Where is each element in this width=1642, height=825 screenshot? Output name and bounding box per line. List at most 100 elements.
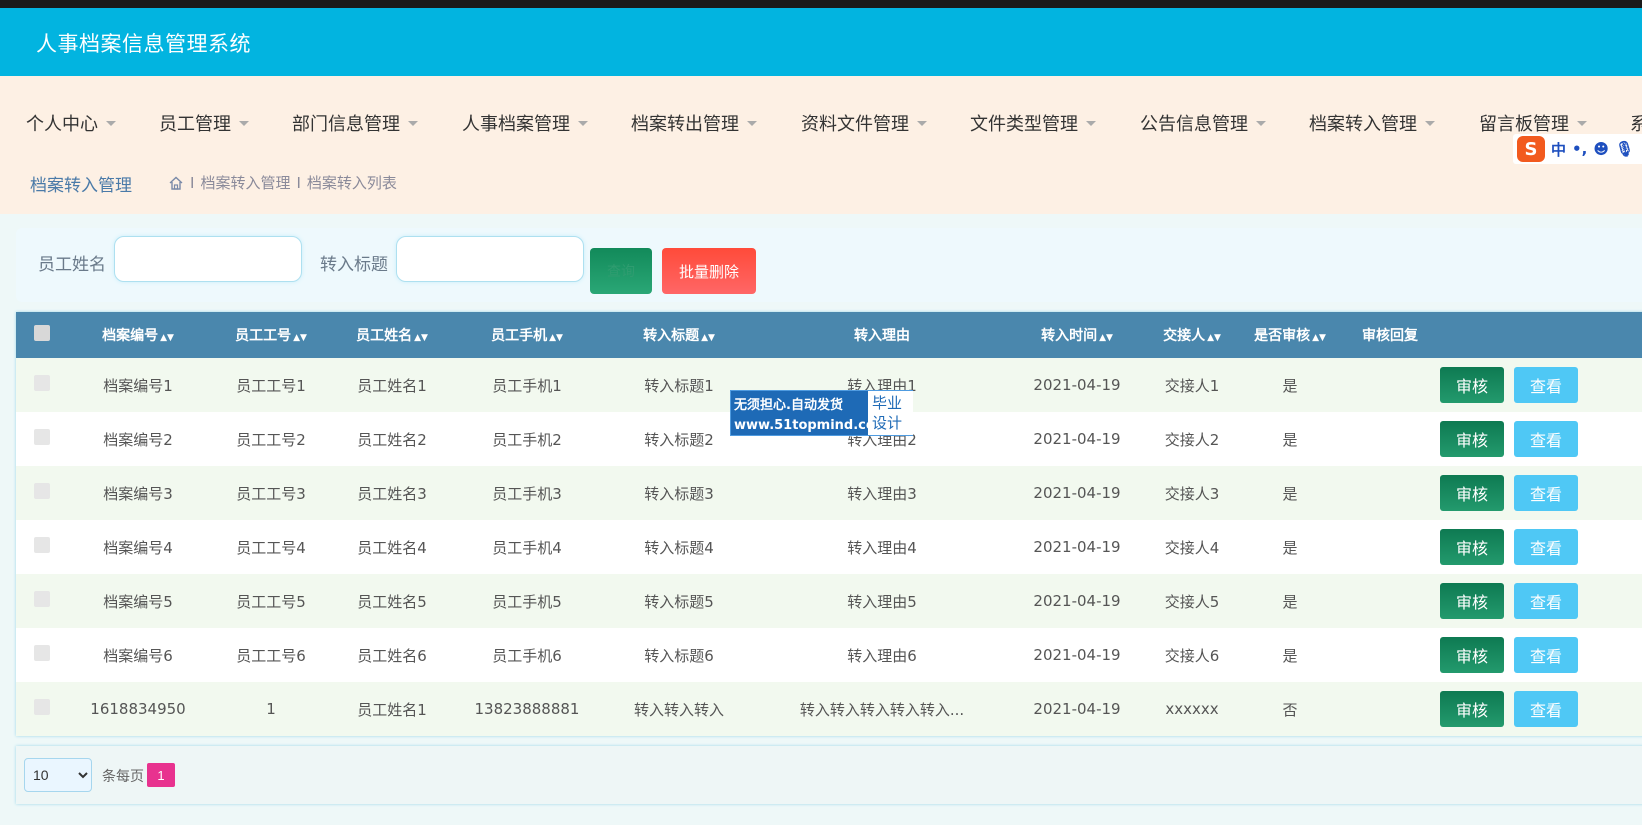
- breadcrumb-bar: 档案转入管理 I 档案转入管理 I 档案转入列表: [0, 146, 1642, 214]
- table-cell: 是: [1282, 538, 1298, 557]
- table-cell: 交接人3: [1164, 484, 1220, 503]
- column-header[interactable]: 转入标题 ▲▼: [604, 312, 754, 358]
- audit-button[interactable]: 审核: [1440, 637, 1504, 673]
- column-header[interactable]: 员工手机 ▲▼: [450, 312, 604, 358]
- column-header[interactable]: 交接人 ▲▼: [1144, 312, 1240, 358]
- nav-item-label: 公告信息管理: [1140, 114, 1248, 135]
- column-header[interactable]: 转入时间 ▲▼: [1010, 312, 1144, 358]
- breadcrumb-item[interactable]: 档案转入管理: [200, 172, 290, 193]
- caret-down-icon: [747, 120, 757, 126]
- employee-name-label: 员工姓名: [38, 255, 106, 275]
- table-cell: 交接人5: [1164, 592, 1220, 611]
- table-row: 档案编号4 员工工号4 员工姓名4 员工手机4 转入标题4 转入理由4 2021-04-19…: [16, 520, 1642, 574]
- sort-icon: ▲▼: [414, 333, 428, 343]
- sort-icon: ▲▼: [1312, 333, 1326, 343]
- table-cell: 转入标题6: [644, 646, 714, 665]
- view-button[interactable]: 查看: [1514, 475, 1578, 511]
- row-actions: 审核 查看: [1440, 520, 1642, 574]
- row-checkbox[interactable]: [34, 375, 50, 391]
- nav-item-announcements[interactable]: 公告信息管理: [1140, 110, 1266, 136]
- nav-item-label: 人事档案管理: [462, 114, 570, 135]
- nav-item-system[interactable]: 系: [1630, 110, 1642, 136]
- page-size-select[interactable]: 10: [24, 758, 92, 792]
- ime-mic-icon[interactable]: 🎙: [1615, 140, 1634, 158]
- table-header-row: 档案编号 ▲▼ 员工工号 ▲▼ 员工姓名 ▲▼ 员工手机 ▲▼ 转入标题 ▲▼ 转入理由 …: [16, 312, 1642, 358]
- view-button[interactable]: 查看: [1514, 421, 1578, 457]
- nav-item-personnel-archive[interactable]: 人事档案管理: [462, 110, 588, 136]
- view-button[interactable]: 查看: [1514, 529, 1578, 565]
- home-icon[interactable]: [168, 175, 184, 191]
- select-all-checkbox[interactable]: [34, 325, 50, 341]
- audit-button[interactable]: 审核: [1440, 583, 1504, 619]
- ime-toolbar[interactable]: S 中 •, ☻ 🎙: [1513, 134, 1642, 164]
- nav-item-label: 留言板管理: [1479, 114, 1569, 135]
- sort-icon: ▲▼: [549, 333, 563, 343]
- ime-punct-icon[interactable]: •,: [1572, 140, 1587, 158]
- table-cell: 员工姓名2: [357, 430, 427, 449]
- table-cell: 员工姓名1: [357, 376, 427, 395]
- nav-item-message-board[interactable]: 留言板管理: [1479, 110, 1587, 136]
- audit-button[interactable]: 审核: [1440, 475, 1504, 511]
- column-header[interactable]: 档案编号 ▲▼: [68, 312, 208, 358]
- search-button[interactable]: 查询: [590, 248, 652, 294]
- employee-name-input[interactable]: [114, 236, 302, 282]
- view-button[interactable]: 查看: [1514, 637, 1578, 673]
- select-all-cell: [16, 312, 68, 358]
- nav-item-employee[interactable]: 员工管理: [159, 110, 249, 136]
- row-checkbox[interactable]: [34, 483, 50, 499]
- filter-bar: 员工姓名 转入标题 查询 批量删除: [16, 228, 1642, 302]
- table-cell: 交接人2: [1164, 430, 1220, 449]
- table-cell: 员工手机2: [492, 430, 562, 449]
- table-row: 1618834950 1 员工姓名1 13823888881 转入转入转入 转入转入转入转…: [16, 682, 1642, 736]
- view-button[interactable]: 查看: [1514, 367, 1578, 403]
- batch-delete-button[interactable]: 批量删除: [662, 248, 756, 294]
- row-actions: 审核 查看: [1440, 358, 1642, 412]
- table-cell: 转入标题3: [644, 484, 714, 503]
- row-checkbox[interactable]: [34, 537, 50, 553]
- nav-item-archive-transfer-out[interactable]: 档案转出管理: [631, 110, 757, 136]
- ime-emoji-icon[interactable]: ☻: [1593, 140, 1609, 158]
- view-button[interactable]: 查看: [1514, 583, 1578, 619]
- column-header[interactable]: 员工姓名 ▲▼: [334, 312, 450, 358]
- audit-button[interactable]: 审核: [1440, 529, 1504, 565]
- per-page-label: 条每页: [102, 769, 144, 785]
- table-cell: [1340, 682, 1440, 736]
- audit-button[interactable]: 审核: [1440, 691, 1504, 727]
- column-header[interactable]: 是否审核 ▲▼: [1240, 312, 1340, 358]
- nav-item-personal-center[interactable]: 个人中心: [26, 110, 116, 136]
- row-select-cell: [16, 574, 68, 628]
- transfer-title-label: 转入标题: [320, 255, 388, 275]
- table-cell: 是: [1282, 484, 1298, 503]
- row-checkbox[interactable]: [34, 429, 50, 445]
- page-button[interactable]: 1: [147, 763, 175, 787]
- table-cell: 是: [1282, 646, 1298, 665]
- nav-item-files[interactable]: 资料文件管理: [801, 110, 927, 136]
- table-cell: 2021-04-19: [1033, 376, 1121, 394]
- watermark-line: www.51topmind.com: [734, 418, 889, 433]
- ime-mode[interactable]: 中: [1551, 139, 1566, 160]
- table-cell: [1340, 628, 1440, 682]
- row-checkbox[interactable]: [34, 591, 50, 607]
- caret-down-icon: [1256, 120, 1266, 126]
- column-header[interactable]: 员工工号 ▲▼: [208, 312, 334, 358]
- transfer-title-input[interactable]: [396, 236, 584, 282]
- table-cell: 员工姓名6: [357, 646, 427, 665]
- row-checkbox[interactable]: [34, 699, 50, 715]
- table-cell: 档案编号3: [103, 484, 173, 503]
- audit-button[interactable]: 审核: [1440, 367, 1504, 403]
- watermark-text: 无须担心.自动发货 www.51topmind.com: [734, 396, 888, 436]
- caret-down-icon: [1425, 120, 1435, 126]
- table-cell: 员工手机6: [492, 646, 562, 665]
- table-cell: 1: [266, 700, 276, 718]
- breadcrumb: I 档案转入管理 I 档案转入列表: [168, 172, 397, 193]
- nav-item-department[interactable]: 部门信息管理: [292, 110, 418, 136]
- table-cell: 转入理由5: [847, 592, 917, 611]
- view-button[interactable]: 查看: [1514, 691, 1578, 727]
- row-checkbox[interactable]: [34, 645, 50, 661]
- caret-down-icon: [106, 120, 116, 126]
- column-header: 审核回复: [1362, 328, 1418, 344]
- audit-button[interactable]: 审核: [1440, 421, 1504, 457]
- nav-item-archive-transfer-in[interactable]: 档案转入管理: [1309, 110, 1435, 136]
- nav-item-file-types[interactable]: 文件类型管理: [970, 110, 1096, 136]
- watermark-overlay: 无须担心.自动发货 www.51topmind.com 毕业 设计: [730, 390, 913, 436]
